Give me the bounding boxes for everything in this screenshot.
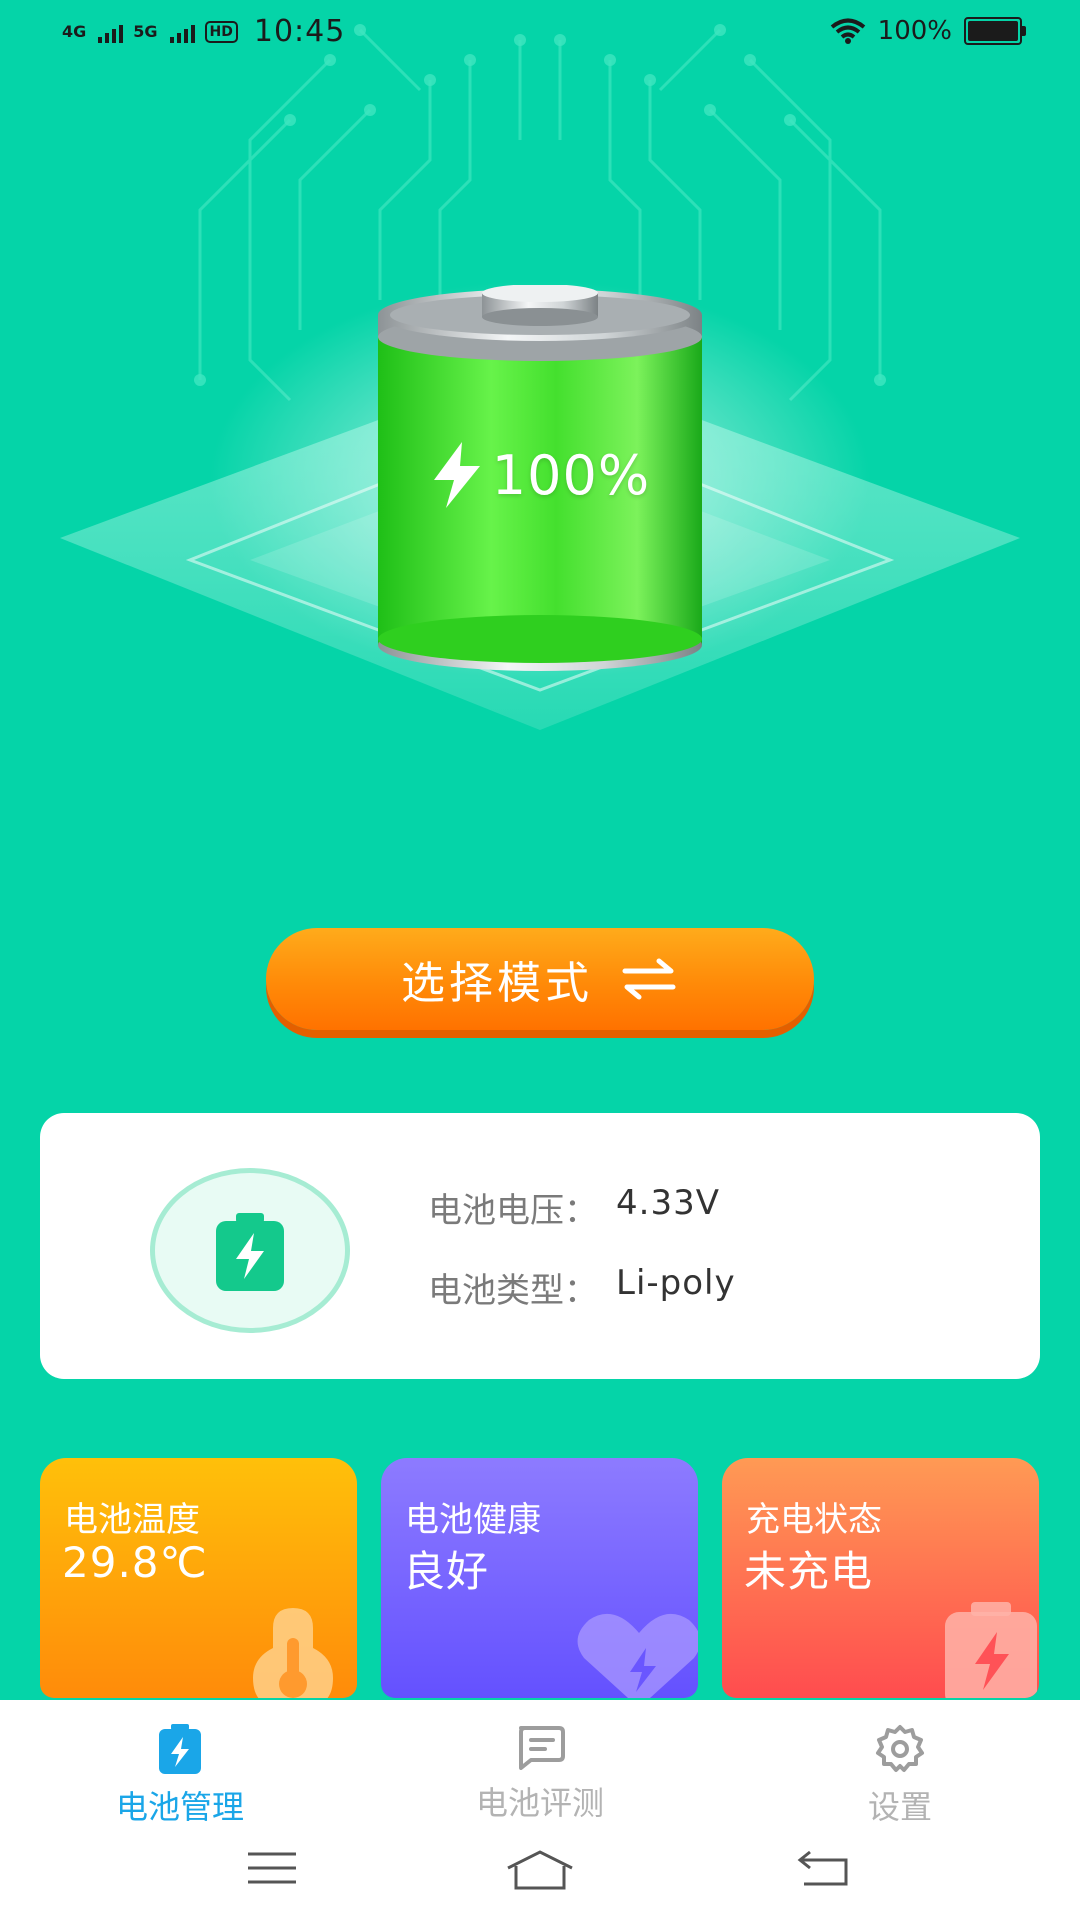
system-nav-bar <box>0 1830 1080 1920</box>
main-screen: 4G 5G HD 10:45 100% 100% 选择模式 电池电压： 4.33… <box>0 0 1080 1700</box>
temperature-title: 电池温度 <box>64 1500 200 1540</box>
temperature-value: 29.8℃ <box>62 1538 208 1587</box>
home-icon[interactable] <box>504 1848 576 1892</box>
charge-status-value: 未充电 <box>744 1547 874 1596</box>
battery-manage-icon <box>159 1724 201 1774</box>
tab-settings-label: 设置 <box>867 1788 932 1826</box>
battery-level-label: 100% <box>400 440 680 510</box>
select-mode-button[interactable]: 选择模式 <box>266 928 814 1030</box>
health-title: 电池健康 <box>405 1500 541 1540</box>
bolt-icon <box>433 442 480 508</box>
hd-badge: HD <box>204 20 238 43</box>
charge-status-title: 充电状态 <box>746 1500 882 1540</box>
type-label: 电池类型： <box>428 1271 598 1311</box>
clock: 10:45 <box>253 14 346 49</box>
tab-evaluate[interactable]: 电池评测 <box>430 1724 650 1824</box>
type-value: Li-poly <box>616 1263 736 1303</box>
voltage-row: 电池电压： 4.33V <box>428 1183 720 1232</box>
battery-info-card: 电池电压： 4.33V 电池类型： Li-poly <box>40 1113 1040 1379</box>
battery-percent-text: 100% <box>877 16 952 46</box>
gear-icon <box>876 1725 924 1772</box>
swap-arrows-icon <box>622 958 676 1000</box>
thermometer-icon <box>253 1608 333 1698</box>
menu-icon[interactable] <box>246 1848 298 1888</box>
temperature-tile[interactable]: 电池温度 29.8℃ <box>40 1458 357 1698</box>
signal-icon <box>169 21 195 43</box>
tab-battery-manage-label: 电池管理 <box>115 1788 244 1826</box>
charge-status-tile[interactable]: 充电状态 未充电 <box>722 1458 1039 1698</box>
network-4g-label: 4G <box>62 21 87 41</box>
health-tile[interactable]: 电池健康 良好 <box>381 1458 698 1698</box>
voltage-value: 4.33V <box>616 1183 720 1223</box>
battery-bolt-icon <box>945 1602 1037 1698</box>
select-mode-label: 选择模式 <box>401 958 593 1009</box>
battery-illustration: 100% <box>370 284 710 680</box>
voltage-label: 电池电压： <box>428 1191 598 1231</box>
type-row: 电池类型： Li-poly <box>428 1263 736 1312</box>
tab-evaluate-label: 电池评测 <box>475 1784 604 1822</box>
heart-bolt-icon <box>577 1613 698 1698</box>
network-5g-label: 5G <box>133 21 158 41</box>
tab-battery-manage[interactable]: 电池管理 <box>70 1724 290 1828</box>
wifi-icon <box>830 18 865 44</box>
battery-level-text: 100% <box>491 443 651 507</box>
back-icon[interactable] <box>796 1848 852 1888</box>
status-bar: 4G 5G HD 10:45 100% <box>0 0 1080 68</box>
battery-bolt-icon <box>216 1212 284 1291</box>
tab-settings[interactable]: 设置 <box>790 1724 1010 1828</box>
signal-icon <box>98 21 124 43</box>
health-value: 良好 <box>403 1547 490 1596</box>
battery-icon-badge <box>150 1168 350 1333</box>
evaluate-icon <box>519 1726 565 1770</box>
bottom-nav: 电池管理 电池评测 设置 <box>0 1700 1080 1830</box>
battery-status-icon <box>964 17 1026 45</box>
